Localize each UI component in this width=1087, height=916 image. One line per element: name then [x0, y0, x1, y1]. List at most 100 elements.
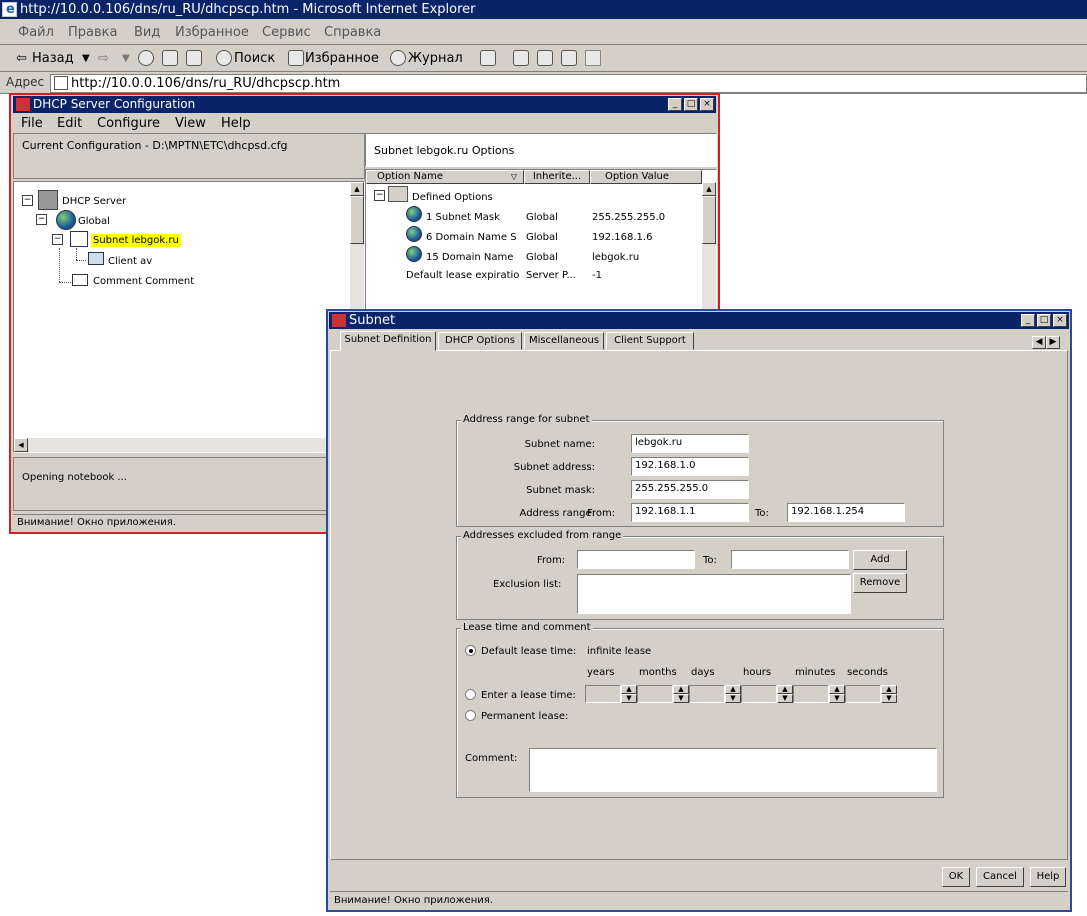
back-dropdown-icon[interactable]: ▼ [82, 53, 90, 64]
option-name[interactable]: Default lease expiratio [406, 270, 519, 281]
back-button[interactable]: Назад [32, 51, 74, 66]
option-name[interactable]: 1 Subnet Mask [426, 212, 500, 223]
expand-global-icon[interactable]: − [36, 214, 47, 225]
print-icon[interactable] [513, 50, 529, 66]
col-inherited[interactable]: Inherite... [524, 170, 590, 184]
expand-server-icon[interactable]: − [22, 195, 33, 206]
col-option-name[interactable]: Option Name ▽ [366, 170, 524, 184]
favorites-icon[interactable] [288, 50, 304, 66]
minimize-button[interactable]: _ [668, 98, 682, 111]
scroll-up-icon[interactable]: ▲ [350, 182, 364, 196]
refresh-icon[interactable] [162, 50, 178, 66]
ie-menu-bar: Файл Правка Вид Избранное Сервис Справка [0, 19, 1087, 45]
tree-item-global[interactable]: Global [78, 216, 110, 227]
search-button[interactable]: Поиск [234, 51, 275, 66]
option-inherited: Server P... [526, 270, 576, 281]
scroll-up-icon[interactable]: ▲ [702, 182, 716, 196]
ie-menu-favorites[interactable]: Избранное [175, 25, 249, 40]
hours-spinner[interactable]: ▲ ▼ [741, 685, 793, 703]
ok-button[interactable]: OK [942, 867, 970, 887]
tree-item-server[interactable]: DHCP Server [62, 196, 126, 207]
unit-days: days [691, 667, 715, 678]
forward-dropdown-icon[interactable]: ▼ [122, 53, 130, 64]
scroll-left-icon[interactable]: ◀ [14, 438, 28, 452]
edit-icon[interactable] [537, 50, 553, 66]
history-button[interactable]: Журнал [408, 51, 463, 66]
close-button[interactable]: × [700, 98, 714, 111]
stop-icon[interactable] [138, 50, 154, 66]
tree-item-subnet[interactable]: Subnet lebgok.ru [91, 234, 181, 247]
scroll-thumb[interactable] [350, 196, 364, 244]
cancel-button[interactable]: Cancel [976, 867, 1024, 887]
defined-options-label: Defined Options [412, 192, 493, 203]
tree-line [76, 248, 77, 260]
back-arrow-icon[interactable]: ⇦ [16, 51, 27, 66]
ie-menu-help[interactable]: Справка [324, 25, 381, 40]
ie-menu-file[interactable]: Файл [18, 25, 54, 40]
tab-dhcp-options[interactable]: DHCP Options [438, 332, 522, 350]
home-icon[interactable] [186, 50, 202, 66]
favorites-button[interactable]: Избранное [305, 51, 379, 66]
scroll-thumb[interactable] [702, 196, 716, 244]
minutes-spinner[interactable]: ▲ ▼ [793, 685, 845, 703]
globe-icon [406, 226, 422, 242]
option-name[interactable]: 15 Domain Name [426, 252, 513, 263]
subnet-mask-input[interactable]: 255.255.255.0 [631, 480, 749, 499]
messenger-icon[interactable] [585, 50, 601, 66]
maximize-button[interactable]: □ [1037, 314, 1051, 327]
subnet-name-input[interactable]: lebgok.ru [631, 434, 749, 453]
tree-line [59, 282, 71, 283]
history-icon[interactable] [390, 50, 406, 66]
mail-icon[interactable] [480, 50, 496, 66]
permanent-lease-radio[interactable] [465, 710, 476, 721]
tree-hscrollbar[interactable]: ◀ [14, 438, 350, 452]
tab-miscellaneous[interactable]: Miscellaneous [524, 332, 604, 350]
add-button[interactable]: Add [853, 550, 907, 570]
excl-from-input[interactable] [577, 550, 695, 569]
search-icon[interactable] [216, 50, 232, 66]
months-spinner[interactable]: ▲ ▼ [637, 685, 689, 703]
address-range-label: Address range: [519, 508, 595, 519]
range-to-input[interactable]: 192.168.1.254 [787, 503, 905, 522]
forward-arrow-icon[interactable]: ⇨ [98, 51, 109, 66]
seconds-spinner[interactable]: ▲ ▼ [845, 685, 897, 703]
default-lease-radio[interactable] [465, 645, 476, 656]
menu-view[interactable]: View [175, 116, 206, 131]
range-from-input[interactable]: 192.168.1.1 [631, 503, 749, 522]
menu-help[interactable]: Help [221, 116, 251, 131]
tab-subnet-definition[interactable]: Subnet Definition [340, 331, 436, 351]
discuss-icon[interactable] [561, 50, 577, 66]
tab-scroll-right-icon[interactable]: ▶ [1046, 336, 1060, 349]
days-spinner[interactable]: ▲ ▼ [689, 685, 741, 703]
excl-from-label: From: [537, 555, 566, 566]
remove-button[interactable]: Remove [853, 573, 907, 593]
ie-toolbar: ⇦ Назад ▼ ⇨ ▼ Поиск Избранное Журнал [0, 45, 1087, 72]
tab-strip: Subnet Definition DHCP Options Miscellan… [328, 331, 1070, 352]
enter-lease-radio[interactable] [465, 689, 476, 700]
tree-item-client[interactable]: Client av [108, 256, 152, 267]
excl-to-input[interactable] [731, 550, 849, 569]
ie-menu-tools[interactable]: Сервис [262, 25, 311, 40]
close-button[interactable]: × [1053, 314, 1067, 327]
tab-client-support[interactable]: Client Support [606, 332, 694, 350]
comment-input[interactable] [529, 748, 937, 792]
address-input[interactable]: http://10.0.0.106/dns/ru_RU/dhcpscp.htm [50, 74, 1087, 93]
menu-configure[interactable]: Configure [97, 116, 160, 131]
expand-options-icon[interactable]: − [374, 190, 385, 201]
tab-scroll-left-icon[interactable]: ◀ [1032, 336, 1046, 349]
col-option-value[interactable]: Option Value [590, 170, 702, 184]
menu-edit[interactable]: Edit [57, 116, 82, 131]
help-button[interactable]: Help [1030, 867, 1066, 887]
exclusion-list[interactable] [577, 574, 851, 614]
menu-file[interactable]: File [21, 116, 43, 131]
subnet-address-input[interactable]: 192.168.1.0 [631, 457, 749, 476]
years-spinner[interactable]: ▲ ▼ [585, 685, 637, 703]
maximize-button[interactable]: □ [684, 98, 698, 111]
expand-subnet-icon[interactable]: − [52, 234, 63, 245]
ie-menu-edit[interactable]: Правка [68, 25, 117, 40]
tree-item-comment[interactable]: Comment Comment [93, 276, 194, 287]
minimize-button[interactable]: _ [1021, 314, 1035, 327]
options-scrollbar[interactable]: ▲ [702, 182, 716, 316]
option-name[interactable]: 6 Domain Name S [426, 232, 517, 243]
ie-menu-view[interactable]: Вид [134, 25, 160, 40]
